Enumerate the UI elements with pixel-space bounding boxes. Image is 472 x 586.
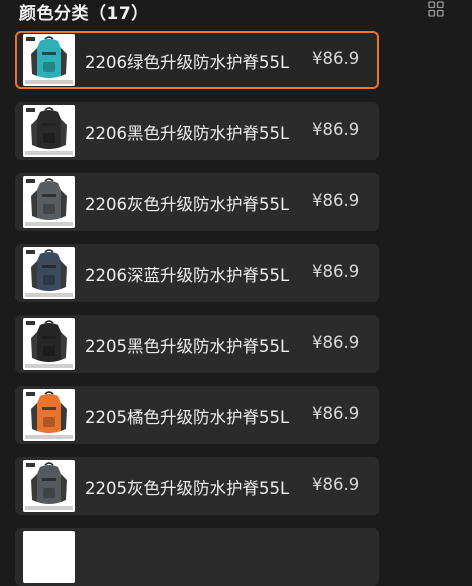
sku-option-name: 2206黑色升级防水护脊55L [85,124,290,143]
sku-option-price: ¥86.9 [312,191,360,210]
sku-option-item-partial[interactable] [15,528,379,586]
sku-option-price: ¥86.9 [312,262,360,281]
backpack-thumbnail [23,460,75,512]
sku-option-item[interactable]: 2205黑色升级防水护脊55L ¥86.9 [15,315,379,373]
sku-option-price: ¥86.9 [312,475,360,494]
backpack-thumbnail [23,176,75,228]
backpack-thumbnail [23,105,75,157]
sku-option-name: 2205橘色升级防水护脊55L [85,408,290,427]
sku-option-name: 2205灰色升级防水护脊55L [85,479,290,498]
sku-option-name: 2206绿色升级防水护脊55L [85,53,290,72]
sku-option-name: 2206深蓝升级防水护脊55L [85,266,290,285]
backpack-thumbnail [23,389,75,441]
sku-option-name: 2206灰色升级防水护脊55L [85,195,290,214]
backpack-thumbnail [23,34,75,86]
sku-option-name: 2205黑色升级防水护脊55L [85,337,290,356]
sku-option-price: ¥86.9 [312,49,360,68]
sku-option-item[interactable]: 2205橘色升级防水护脊55L ¥86.9 [15,386,379,444]
sku-option-price: ¥86.9 [312,404,360,423]
color-category-title: 颜色分类（17） [19,4,149,24]
sku-option-item[interactable]: 2205灰色升级防水护脊55L ¥86.9 [15,457,379,515]
color-category-header: 颜色分类（17） [0,0,472,26]
backpack-thumbnail [23,531,75,583]
backpack-thumbnail [23,318,75,370]
sku-option-item[interactable]: 2206灰色升级防水护脊55L ¥86.9 [15,173,379,231]
sku-option-price: ¥86.9 [312,333,360,352]
sku-option-price: ¥86.9 [312,120,360,139]
grid-view-icon[interactable] [428,1,444,17]
sku-option-item[interactable]: 2206深蓝升级防水护脊55L ¥86.9 [15,244,379,302]
sku-option-item[interactable]: 2206黑色升级防水护脊55L ¥86.9 [15,102,379,160]
sku-option-item[interactable]: 2206绿色升级防水护脊55L ¥86.9 [15,31,379,89]
backpack-thumbnail [23,247,75,299]
